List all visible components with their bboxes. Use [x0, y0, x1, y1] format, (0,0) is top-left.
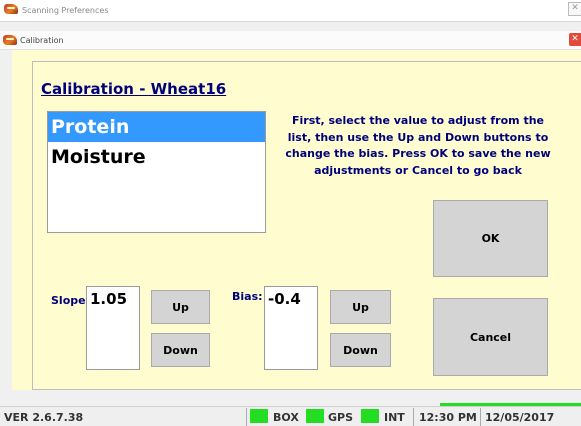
list-item-moisture[interactable]: Moisture	[48, 142, 265, 172]
outer-close-icon[interactable]: ✕	[568, 2, 581, 16]
dialog-title: Calibration	[20, 36, 64, 45]
int-status-label: INT	[384, 411, 405, 424]
status-separator	[480, 408, 481, 426]
status-separator	[246, 408, 247, 426]
int-status-indicator	[361, 409, 379, 423]
box-status-label: BOX	[273, 411, 299, 424]
outer-window-titlebar: Scanning Preferences ✕	[0, 0, 581, 22]
slope-up-button[interactable]: Up	[151, 290, 210, 324]
bias-up-button[interactable]: Up	[330, 290, 391, 324]
bias-down-button[interactable]: Down	[330, 333, 391, 367]
status-date: 12/05/2017	[485, 411, 555, 424]
list-item-protein[interactable]: Protein	[48, 112, 265, 142]
analyte-listbox[interactable]: Protein Moisture	[47, 111, 266, 233]
ok-button[interactable]: OK	[433, 200, 548, 277]
cancel-button[interactable]: Cancel	[433, 298, 548, 376]
version-label: VER 2.6.7.38	[4, 411, 84, 424]
status-time: 12:30 PM	[419, 411, 477, 424]
box-status-indicator	[250, 409, 268, 423]
status-bar: VER 2.6.7.38 BOX GPS INT 12:30 PM 12/05/…	[0, 403, 581, 426]
dialog-close-icon[interactable]: ✕	[569, 33, 581, 46]
gps-status-indicator	[306, 409, 324, 423]
bias-label: Bias:	[232, 290, 263, 303]
bias-value-field[interactable]: -0.4	[264, 286, 318, 370]
calibration-heading: Calibration - Wheat16	[41, 80, 227, 98]
dialog-app-icon	[3, 35, 17, 45]
dialog-titlebar: Calibration ✕	[0, 31, 581, 50]
instructions-text: First, select the value to adjust from t…	[285, 114, 551, 177]
status-progress-bar	[440, 403, 581, 406]
gps-status-label: GPS	[328, 411, 354, 424]
status-separator	[413, 408, 414, 426]
slope-label: Slope:	[51, 294, 90, 307]
outer-window-title: Scanning Preferences	[22, 6, 109, 15]
app-icon	[4, 4, 18, 14]
slope-value-field[interactable]: 1.05	[86, 286, 140, 370]
slope-down-button[interactable]: Down	[151, 333, 210, 367]
